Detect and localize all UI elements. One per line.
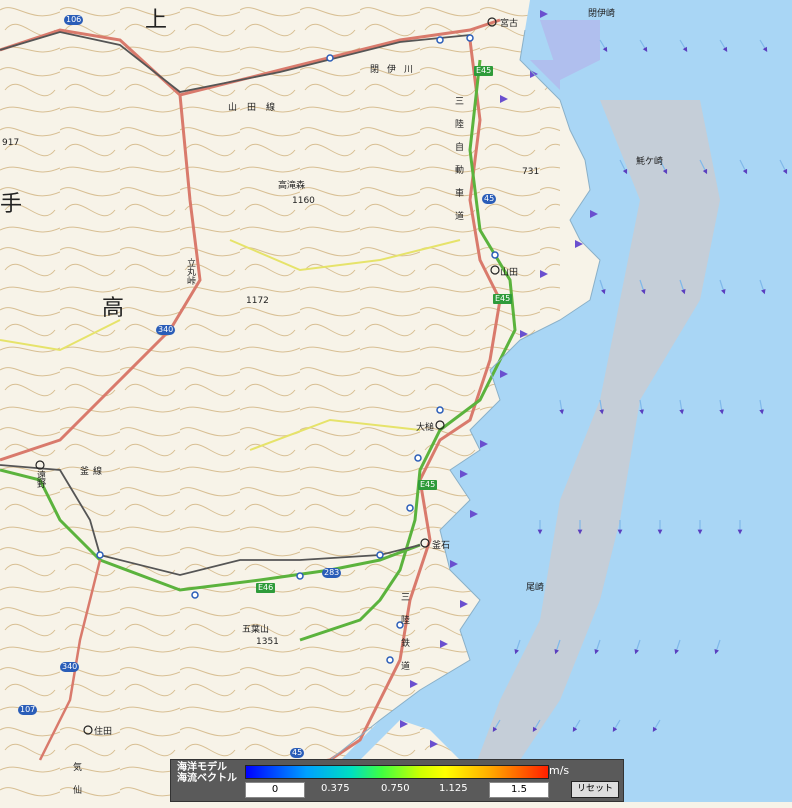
region-label-3: 高: [102, 296, 125, 321]
peak-goyozan-elev: 1351: [256, 637, 279, 647]
shield-e45-kamaishi: E45: [418, 480, 438, 490]
legend-title-line1: 海洋モデル: [177, 762, 227, 773]
kesen-label: 気仙: [71, 762, 81, 808]
region-label-2: 手: [0, 192, 23, 217]
place-yamada[interactable]: 山田: [500, 265, 518, 278]
peak-takatakimori-elev: 1160: [292, 196, 315, 206]
map-canvas[interactable]: [0, 0, 792, 802]
route-283: 283: [322, 568, 342, 578]
legend-tick-2: 0.750: [381, 783, 410, 794]
peak-goyozan: 五葉山: [242, 625, 270, 635]
legend-tick-3: 1.125: [439, 783, 468, 794]
route-340-south: 340: [60, 662, 80, 672]
peak-917: 917: [2, 138, 20, 148]
peak-731: 731: [522, 167, 540, 177]
place-otsuchi[interactable]: 大槌: [416, 420, 434, 433]
route-45-south: 45: [290, 748, 305, 758]
shield-e45-north: E45: [474, 66, 494, 76]
sanriku-road-label: 三陸自動車道: [453, 96, 463, 234]
peak-1172: 1172: [246, 296, 269, 306]
route-106: 106: [64, 15, 84, 25]
tachimaru-pass: 立丸峠: [185, 258, 195, 285]
legend-unit: m/s: [549, 764, 570, 777]
heii-river: 閉伊川: [370, 65, 422, 75]
legend-min-input[interactable]: 0: [245, 782, 305, 798]
cape-ozaki[interactable]: 尾崎: [526, 580, 544, 593]
place-tono[interactable]: 遠野: [34, 470, 47, 488]
region-label-1: 上: [145, 8, 168, 33]
current-legend: 海洋モデル 海流ベクトル m/s 0 0.375 0.750 1.125 1.5…: [170, 759, 624, 802]
legend-tick-1: 0.375: [321, 783, 350, 794]
reset-button[interactable]: リセット: [571, 781, 620, 798]
cape-heigashizaki[interactable]: 閉伊崎: [588, 6, 615, 19]
yamada-line: 山田線: [228, 103, 286, 113]
place-kamaishi[interactable]: 釜石: [432, 538, 450, 551]
legend-title: 海洋モデル 海流ベクトル: [177, 762, 239, 784]
legend-color-bar: [245, 765, 549, 779]
shield-e45-yamada: E45: [493, 294, 513, 304]
kamaishi-line-label: 釜線: [80, 467, 107, 477]
peak-takatakimori: 高滝森: [278, 181, 306, 191]
legend-max-input[interactable]: 1.5: [489, 782, 549, 798]
shield-e46: E46: [256, 583, 276, 593]
cape-todogasaki[interactable]: 魹ケ崎: [636, 154, 663, 167]
route-107: 107: [18, 705, 38, 715]
place-sumita[interactable]: 住田: [94, 724, 112, 737]
sanriku-rail-label: 三陸鉄道: [399, 592, 409, 684]
route-340-north: 340: [156, 325, 176, 335]
legend-title-line2: 海流ベクトル: [177, 773, 237, 784]
route-45-north: 45: [482, 194, 497, 204]
place-miyako[interactable]: 宮古: [500, 16, 518, 29]
